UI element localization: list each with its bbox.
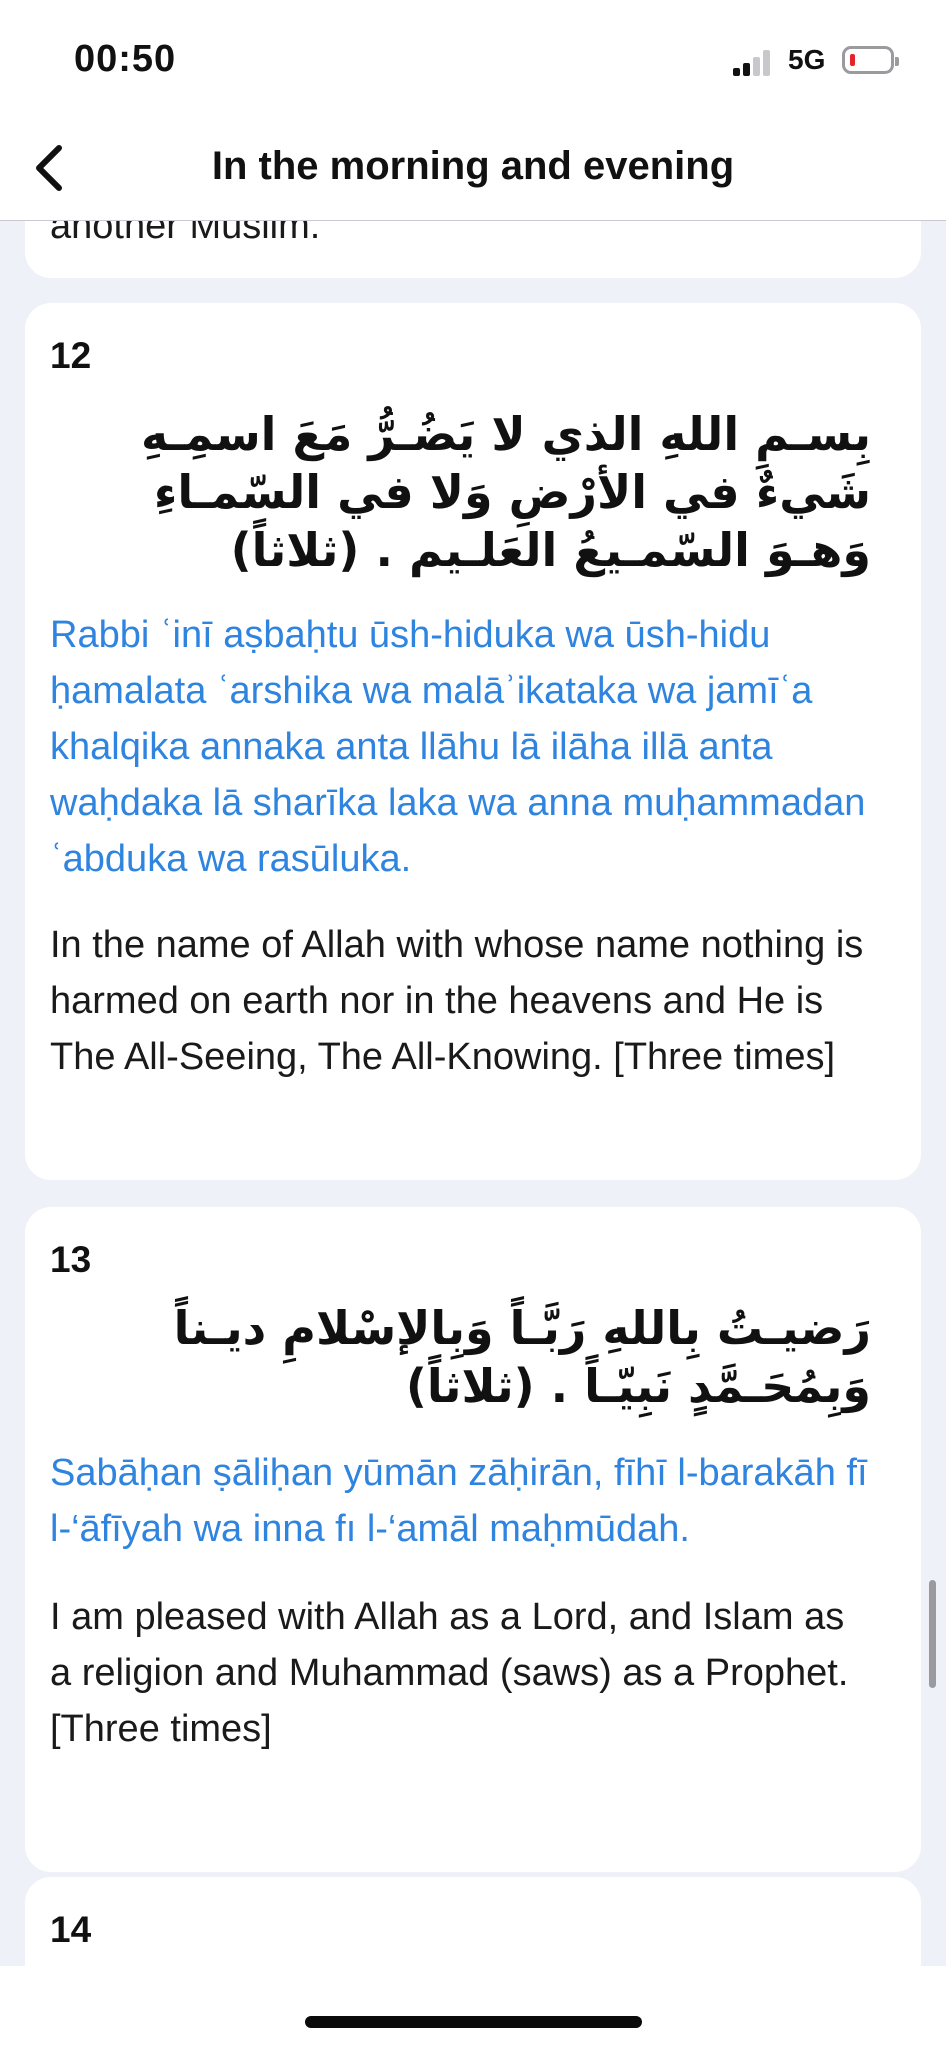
navigation-bar: In the morning and evening — [0, 120, 946, 221]
arabic-text: بِسـمِ اللهِ الذي لا يَضُـرُّ مَعَ اسمِـ… — [140, 407, 871, 577]
dhikr-list[interactable]: another Muslim. 12 بِسـمِ اللهِ الذي لا … — [0, 220, 946, 1966]
item-number: 13 — [50, 1239, 92, 1280]
translation-text: In the name of Allah with whose name not… — [50, 924, 864, 1078]
item-number: 12 — [50, 335, 92, 376]
translation-text: I am pleased with Allah as a Lord, and I… — [50, 1596, 849, 1750]
scroll-indicator[interactable] — [929, 1580, 936, 1688]
transliteration-text: Sabāḥan ṣāliḥan yūmān zāḥirān, fīhī l-ba… — [50, 1452, 868, 1550]
home-indicator[interactable] — [305, 2016, 642, 2028]
item-number: 14 — [50, 1909, 92, 1950]
cellular-signal-icon — [733, 48, 775, 76]
transliteration-text: Rabbi ʿinī aṣbaḥtu ūsh-hiduka wa ūsh-hid… — [50, 614, 866, 880]
page-title: In the morning and evening — [211, 144, 735, 188]
network-type: 5G — [788, 44, 826, 75]
home-area — [0, 1966, 946, 2048]
list-item: 12 بِسـمِ اللهِ الذي لا يَضُـرُّ مَعَ اس… — [25, 303, 921, 1180]
arabic-text: رَضيـتُ بِاللهِ رَبَّـاً وَبِالإسْلامِ د… — [173, 1301, 871, 1413]
translation-text: another Muslim. — [50, 220, 321, 247]
battery-icon — [842, 46, 899, 74]
status-time: 00:50 — [74, 38, 177, 80]
status-bar: 00:50 5G — [0, 0, 946, 120]
list-item: another Muslim. — [25, 220, 921, 278]
list-item: 14 — [25, 1877, 921, 1966]
list-item: 13 رَضيـتُ بِاللهِ رَبَّـاً وَبِالإسْلام… — [25, 1207, 921, 1872]
